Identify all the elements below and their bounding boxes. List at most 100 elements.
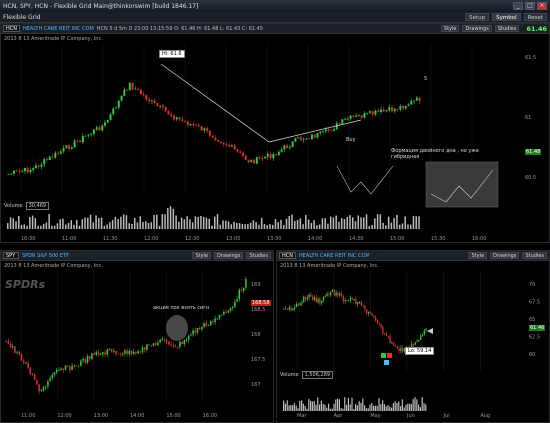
hcn-daily-drawings-button[interactable]: Drawings: [490, 252, 520, 259]
volume-bar: [111, 219, 114, 229]
volume-bar: [371, 224, 373, 229]
top-chart-toolbar: HCN HEALTH CARE REIT INC COM HCN 5 d 5m …: [1, 24, 549, 34]
candle-body: [187, 335, 190, 340]
volume-bar: [98, 218, 100, 229]
volume-bar: [133, 217, 136, 229]
candle-body: [382, 109, 385, 112]
candle-body: [371, 111, 374, 115]
candle-body: [348, 300, 350, 302]
candle-body: [123, 89, 126, 96]
candle-body: [106, 119, 109, 123]
maximize-icon[interactable]: □: [525, 2, 535, 10]
candle-body: [173, 115, 175, 120]
top-right-price-tag: 61.48: [525, 149, 542, 155]
candle-body: [200, 126, 203, 131]
candle-body: [360, 301, 362, 306]
volume-bar: [125, 215, 128, 229]
spy-studies-button[interactable]: Studies: [246, 252, 271, 259]
candle-body: [208, 130, 211, 136]
top-price-plot[interactable]: 10:30 11:00 11:30 12:00 12:30 13:00 13:30 14:00…: [1, 44, 549, 242]
volume-bar: [56, 223, 59, 229]
candle-body: [239, 151, 242, 153]
volume-bar: [297, 408, 299, 411]
candle-body: [240, 289, 243, 291]
candle-body: [143, 347, 146, 350]
minimize-icon[interactable]: _: [513, 2, 523, 10]
volume-bar: [120, 216, 122, 229]
candle-body: [272, 154, 275, 159]
volume-bar: [338, 399, 340, 411]
volume-bar: [114, 216, 117, 229]
candle-body: [18, 351, 21, 355]
volume-bar: [346, 216, 348, 229]
volume-bar: [211, 225, 213, 229]
candle-body: [328, 293, 330, 296]
candle-body: [87, 134, 90, 136]
volume-bar: [161, 214, 164, 229]
grid-menu[interactable]: Flexible Grid: [3, 14, 41, 21]
candle-body: [102, 352, 104, 355]
x-tick-label: 15:00: [166, 413, 180, 419]
candle-body: [46, 159, 48, 161]
hcn-daily-style-button[interactable]: Style: [468, 252, 488, 259]
volume-bar: [333, 403, 335, 411]
highlight-circle: [166, 315, 188, 341]
spy-drawings-button[interactable]: Drawings: [214, 252, 244, 259]
candle-body: [288, 146, 291, 148]
volume-bar: [378, 398, 380, 411]
volume-bar: [409, 224, 412, 229]
spy-symbol-field[interactable]: SPY: [3, 252, 19, 259]
candle-body: [344, 118, 347, 120]
candle-body: [21, 171, 24, 172]
volume-bar: [197, 216, 199, 229]
spy-style-button[interactable]: Style: [192, 252, 212, 259]
y-tick-label: 65: [529, 317, 535, 323]
hcn-daily-studies-button[interactable]: Studies: [522, 252, 547, 259]
volume-bar: [284, 403, 286, 411]
candle-body: [172, 345, 175, 347]
candle-body: [7, 340, 10, 344]
spy-price-plot[interactable]: 11:00 12:00 13:00 14:00 15:00 16:00169168.516…: [1, 271, 273, 422]
candle-body: [236, 149, 239, 152]
x-tick-label: 12:00: [144, 236, 158, 242]
volume-bar: [208, 218, 210, 229]
top-style-button[interactable]: Style: [440, 25, 460, 32]
candle-body: [389, 336, 391, 344]
candle-body: [109, 114, 112, 120]
candle-body: [331, 289, 334, 292]
volume-bar: [414, 397, 416, 411]
symbol-button[interactable]: Symbol: [492, 13, 521, 21]
candle-body: [352, 115, 355, 117]
volume-bar: [15, 221, 17, 229]
reset-button[interactable]: Reset: [523, 13, 547, 21]
top-studies-button[interactable]: Studies: [494, 25, 520, 32]
top-drawings-button[interactable]: Drawings: [462, 25, 492, 32]
volume-bar: [283, 400, 285, 411]
hcn-daily-symbol-field[interactable]: HCN: [279, 252, 296, 259]
x-tick-label: 16:00: [472, 236, 486, 242]
volume-bar: [373, 405, 375, 411]
top-symbol-field[interactable]: HCN: [3, 25, 20, 32]
candle-body: [10, 173, 13, 175]
setup-button[interactable]: Setup: [465, 13, 490, 21]
candle-body: [253, 160, 255, 164]
candle-body: [15, 170, 18, 172]
candle-body: [161, 105, 164, 108]
candle-body: [308, 294, 310, 298]
volume-bar: [18, 215, 20, 229]
candle-body: [277, 151, 280, 156]
volume-bar: [322, 403, 324, 411]
candle-body: [388, 107, 391, 111]
candle-body: [247, 159, 250, 163]
candle-body: [366, 309, 368, 314]
volume-bar: [175, 215, 177, 229]
candle-body: [154, 343, 157, 346]
close-icon[interactable]: ×: [537, 2, 547, 10]
y-tick-label: 60: [529, 352, 535, 358]
candle-body: [184, 120, 186, 122]
candle-body: [376, 320, 379, 324]
volume-bar: [382, 400, 384, 411]
sketch-pattern: [336, 165, 394, 195]
candle-body: [206, 128, 209, 131]
candle-body: [90, 133, 93, 135]
